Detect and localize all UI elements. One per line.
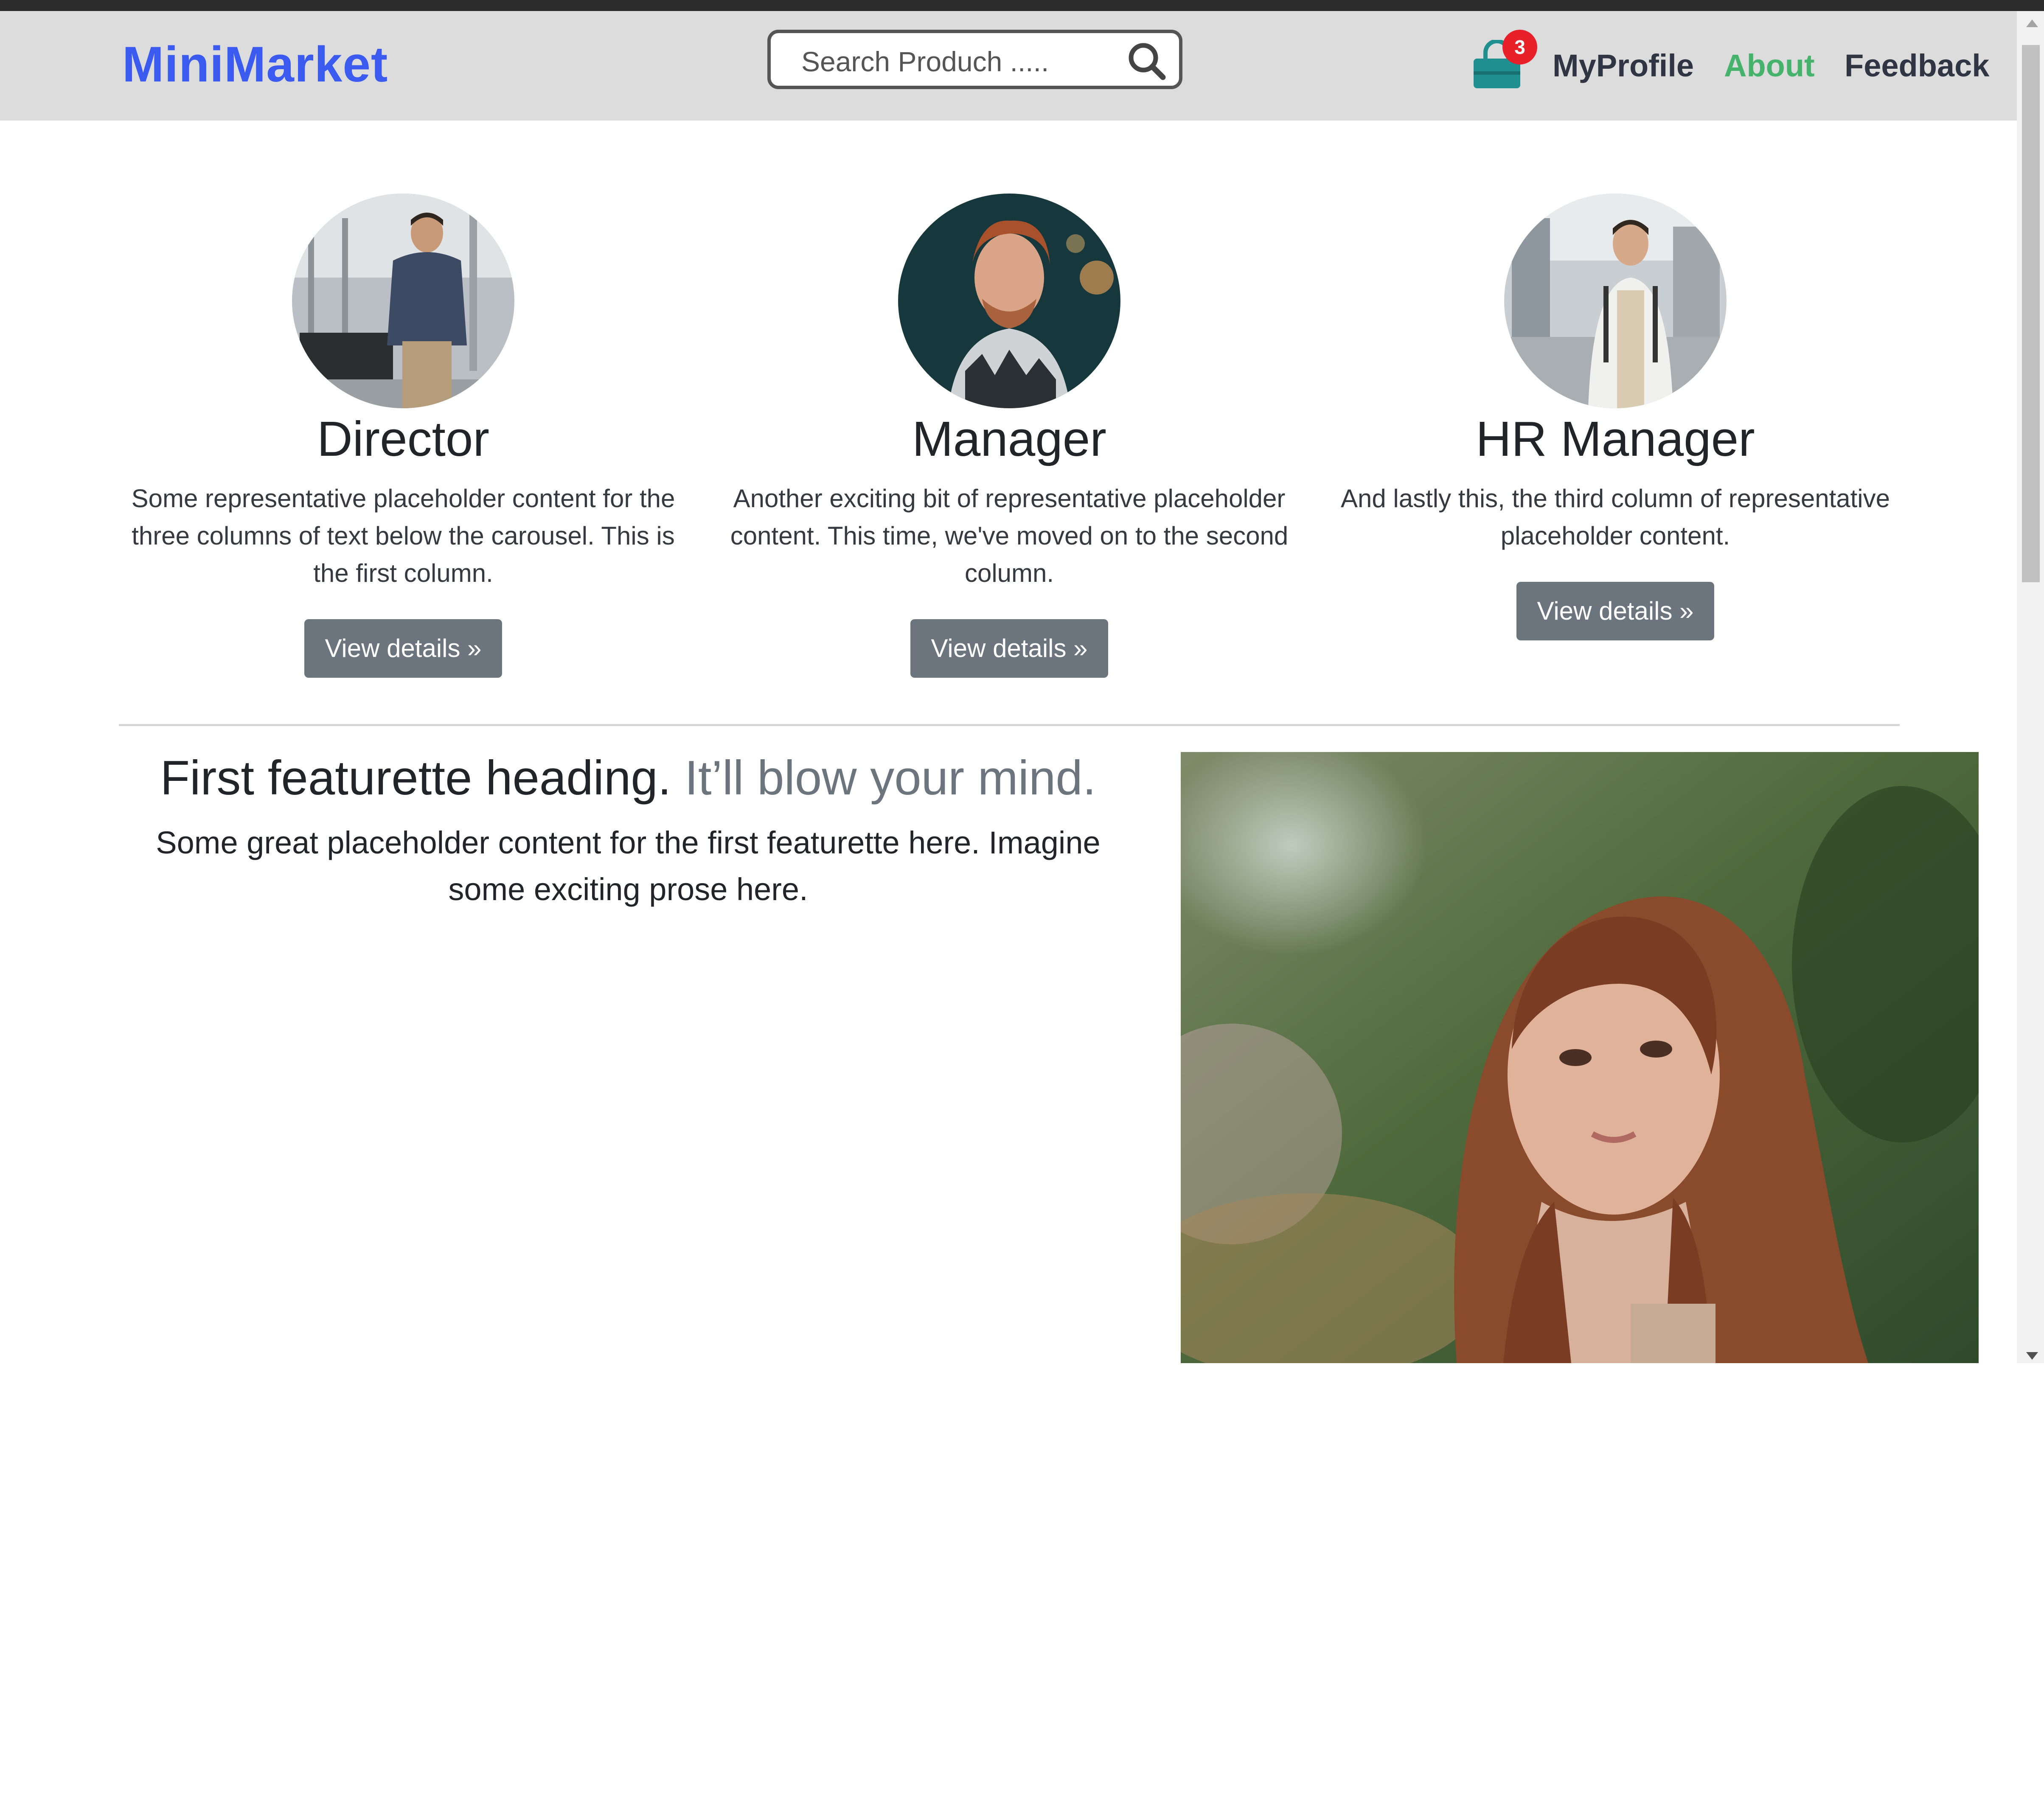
team-title: HR Manager <box>1476 411 1755 466</box>
vertical-scrollbar[interactable] <box>2017 11 2044 1363</box>
featurette-heading: First featurette heading. It’ll blow you… <box>119 749 1137 808</box>
search-icon[interactable] <box>1126 40 1168 82</box>
navbar: MiniMarket 3 MyProfile About Feedback <box>0 11 2017 121</box>
window-top-strip <box>0 0 2044 11</box>
hr-manager-avatar <box>1504 194 1727 408</box>
nav-link-about[interactable]: About <box>1724 48 1815 84</box>
view-details-button-manager[interactable]: View details » <box>910 619 1108 678</box>
search-input[interactable] <box>800 44 1125 79</box>
scrollbar-thumb[interactable] <box>2022 45 2040 582</box>
featurette-photo <box>1181 752 1979 1363</box>
team-description: And lastly this, the third column of rep… <box>1341 484 1890 550</box>
featurette-heading-main: First featurette heading. <box>160 751 671 805</box>
nav-link-myprofile[interactable]: MyProfile <box>1553 48 1694 84</box>
featurette-lead: Some great placeholder content for the f… <box>156 825 1101 907</box>
brand-logo[interactable]: MiniMarket <box>122 36 388 93</box>
manager-avatar <box>898 194 1120 408</box>
featurette-text: First featurette heading. It’ll blow you… <box>119 749 1137 913</box>
view-details-button-director[interactable]: View details » <box>304 619 502 678</box>
scroll-up-arrow-icon[interactable] <box>2026 20 2038 27</box>
nav-link-feedback[interactable]: Feedback <box>1845 48 1989 84</box>
director-avatar <box>292 194 514 408</box>
team-column-manager: Manager Another exciting bit of represen… <box>725 193 1294 678</box>
team-column-director: Director Some representative placeholder… <box>119 193 688 678</box>
view-details-button-hr-manager[interactable]: View details » <box>1516 582 1714 641</box>
team-title: Manager <box>912 411 1106 466</box>
search-box <box>767 30 1182 89</box>
team-title: Director <box>317 411 490 466</box>
team-description: Some representative placeholder content … <box>131 484 675 588</box>
team-column-hr-manager: HR Manager And lastly this, the third co… <box>1331 193 1900 641</box>
cart-count-badge: 3 <box>1502 30 1537 65</box>
featurette-heading-muted: It’ll blow your mind. <box>685 751 1096 805</box>
team-description: Another exciting bit of representative p… <box>730 484 1289 588</box>
scroll-down-arrow-icon[interactable] <box>2026 1352 2038 1360</box>
section-divider <box>119 724 1900 726</box>
